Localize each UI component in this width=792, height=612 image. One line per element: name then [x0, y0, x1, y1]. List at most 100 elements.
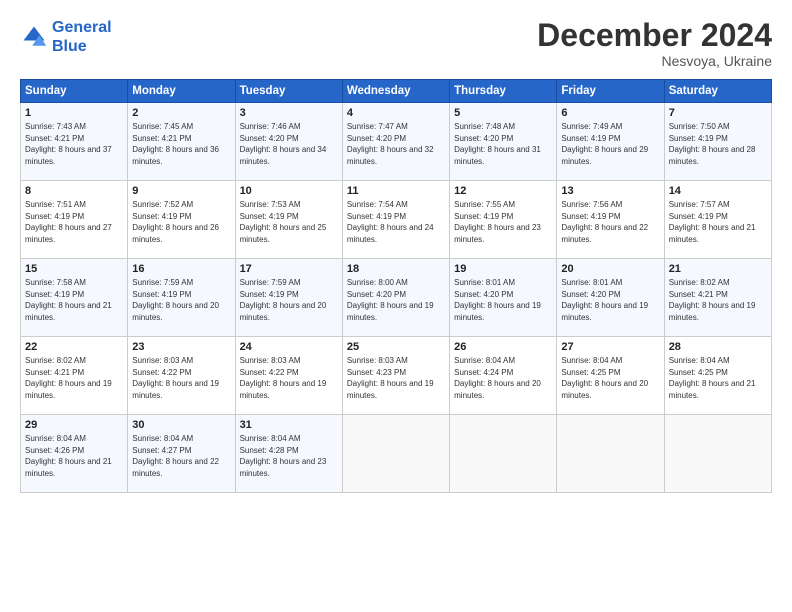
day-cell: 13 Sunrise: 7:56 AMSunset: 4:19 PMDayligh…	[557, 181, 664, 259]
header-cell-sunday: Sunday	[21, 80, 128, 103]
day-info: Sunrise: 8:04 AMSunset: 4:26 PMDaylight:…	[25, 433, 123, 479]
day-cell: 6 Sunrise: 7:49 AMSunset: 4:19 PMDaylight…	[557, 103, 664, 181]
header-cell-friday: Friday	[557, 80, 664, 103]
day-cell: 2 Sunrise: 7:45 AMSunset: 4:21 PMDaylight…	[128, 103, 235, 181]
day-info: Sunrise: 8:04 AMSunset: 4:25 PMDaylight:…	[669, 355, 767, 401]
month-title: December 2024	[537, 18, 772, 53]
day-info: Sunrise: 7:55 AMSunset: 4:19 PMDaylight:…	[454, 199, 552, 245]
day-cell: 16 Sunrise: 7:59 AMSunset: 4:19 PMDayligh…	[128, 259, 235, 337]
day-number: 9	[132, 185, 230, 197]
day-number: 8	[25, 185, 123, 197]
day-number: 14	[669, 185, 767, 197]
day-number: 5	[454, 107, 552, 119]
day-info: Sunrise: 8:04 AMSunset: 4:24 PMDaylight:…	[454, 355, 552, 401]
day-cell: 5 Sunrise: 7:48 AMSunset: 4:20 PMDaylight…	[450, 103, 557, 181]
day-info: Sunrise: 7:59 AMSunset: 4:19 PMDaylight:…	[132, 277, 230, 323]
day-number: 18	[347, 263, 445, 275]
day-cell: 8Sunrise: 7:51 AMSunset: 4:19 PMDaylight…	[21, 181, 128, 259]
header-cell-monday: Monday	[128, 80, 235, 103]
day-cell: 17 Sunrise: 7:59 AMSunset: 4:19 PMDayligh…	[235, 259, 342, 337]
week-row-5: 29Sunrise: 8:04 AMSunset: 4:26 PMDayligh…	[21, 415, 772, 493]
day-info: Sunrise: 8:03 AMSunset: 4:23 PMDaylight:…	[347, 355, 445, 401]
day-info: Sunrise: 8:02 AMSunset: 4:21 PMDaylight:…	[669, 277, 767, 323]
logo: General Blue	[20, 18, 112, 56]
day-cell: 3Sunrise: 7:46 AMSunset: 4:20 PMDaylight…	[235, 103, 342, 181]
day-info: Sunrise: 7:58 AMSunset: 4:19 PMDaylight:…	[25, 277, 123, 323]
day-cell: 10 Sunrise: 7:53 AMSunset: 4:19 PMDayligh…	[235, 181, 342, 259]
day-number: 22	[25, 341, 123, 353]
day-cell: 20Sunrise: 8:01 AMSunset: 4:20 PMDayligh…	[557, 259, 664, 337]
day-cell: 30 Sunrise: 8:04 AMSunset: 4:27 PMDayligh…	[128, 415, 235, 493]
day-cell: 11 Sunrise: 7:54 AMSunset: 4:19 PMDayligh…	[342, 181, 449, 259]
day-cell	[557, 415, 664, 493]
day-cell: 12 Sunrise: 7:55 AMSunset: 4:19 PMDayligh…	[450, 181, 557, 259]
day-number: 23	[132, 341, 230, 353]
day-number: 17	[240, 263, 338, 275]
day-info: Sunrise: 7:52 AMSunset: 4:19 PMDaylight:…	[132, 199, 230, 245]
day-info: Sunrise: 7:45 AMSunset: 4:21 PMDaylight:…	[132, 121, 230, 167]
day-info: Sunrise: 7:48 AMSunset: 4:20 PMDaylight:…	[454, 121, 552, 167]
calendar-table: SundayMondayTuesdayWednesdayThursdayFrid…	[20, 79, 772, 493]
header-cell-saturday: Saturday	[664, 80, 771, 103]
day-info: Sunrise: 8:02 AMSunset: 4:21 PMDaylight:…	[25, 355, 123, 401]
day-number: 26	[454, 341, 552, 353]
day-info: Sunrise: 8:03 AMSunset: 4:22 PMDaylight:…	[240, 355, 338, 401]
week-row-1: 1 Sunrise: 7:43 AMSunset: 4:21 PMDaylight…	[21, 103, 772, 181]
day-number: 10	[240, 185, 338, 197]
day-number: 20	[561, 263, 659, 275]
day-info: Sunrise: 8:04 AMSunset: 4:28 PMDaylight:…	[240, 433, 338, 479]
day-number: 21	[669, 263, 767, 275]
day-number: 13	[561, 185, 659, 197]
day-number: 31	[240, 419, 338, 431]
day-cell: 23 Sunrise: 8:03 AMSunset: 4:22 PMDayligh…	[128, 337, 235, 415]
day-info: Sunrise: 7:56 AMSunset: 4:19 PMDaylight:…	[561, 199, 659, 245]
day-number: 19	[454, 263, 552, 275]
day-info: Sunrise: 7:59 AMSunset: 4:19 PMDaylight:…	[240, 277, 338, 323]
day-cell: 27 Sunrise: 8:04 AMSunset: 4:25 PMDayligh…	[557, 337, 664, 415]
day-cell: 9 Sunrise: 7:52 AMSunset: 4:19 PMDaylight…	[128, 181, 235, 259]
day-cell: 21 Sunrise: 8:02 AMSunset: 4:21 PMDayligh…	[664, 259, 771, 337]
header-cell-tuesday: Tuesday	[235, 80, 342, 103]
day-number: 12	[454, 185, 552, 197]
week-row-4: 22 Sunrise: 8:02 AMSunset: 4:21 PMDayligh…	[21, 337, 772, 415]
logo-text: General Blue	[52, 18, 112, 56]
day-info: Sunrise: 8:04 AMSunset: 4:27 PMDaylight:…	[132, 433, 230, 479]
day-number: 6	[561, 107, 659, 119]
day-number: 1	[25, 107, 123, 119]
day-cell: 1 Sunrise: 7:43 AMSunset: 4:21 PMDaylight…	[21, 103, 128, 181]
day-info: Sunrise: 7:50 AMSunset: 4:19 PMDaylight:…	[669, 121, 767, 167]
header: General Blue December 2024 Nesvoya, Ukra…	[20, 18, 772, 69]
day-cell: 29Sunrise: 8:04 AMSunset: 4:26 PMDayligh…	[21, 415, 128, 493]
week-row-3: 15 Sunrise: 7:58 AMSunset: 4:19 PMDayligh…	[21, 259, 772, 337]
day-cell: 7 Sunrise: 7:50 AMSunset: 4:19 PMDaylight…	[664, 103, 771, 181]
day-number: 2	[132, 107, 230, 119]
day-info: Sunrise: 7:43 AMSunset: 4:21 PMDaylight:…	[25, 121, 123, 167]
day-number: 30	[132, 419, 230, 431]
day-number: 27	[561, 341, 659, 353]
day-info: Sunrise: 8:04 AMSunset: 4:25 PMDaylight:…	[561, 355, 659, 401]
calendar-body: 1 Sunrise: 7:43 AMSunset: 4:21 PMDaylight…	[21, 103, 772, 493]
day-number: 24	[240, 341, 338, 353]
day-number: 28	[669, 341, 767, 353]
day-info: Sunrise: 7:57 AMSunset: 4:19 PMDaylight:…	[669, 199, 767, 245]
day-info: Sunrise: 7:49 AMSunset: 4:19 PMDaylight:…	[561, 121, 659, 167]
day-info: Sunrise: 8:03 AMSunset: 4:22 PMDaylight:…	[132, 355, 230, 401]
day-cell: 15 Sunrise: 7:58 AMSunset: 4:19 PMDayligh…	[21, 259, 128, 337]
day-info: Sunrise: 7:53 AMSunset: 4:19 PMDaylight:…	[240, 199, 338, 245]
day-cell	[664, 415, 771, 493]
week-row-2: 8Sunrise: 7:51 AMSunset: 4:19 PMDaylight…	[21, 181, 772, 259]
day-number: 11	[347, 185, 445, 197]
day-number: 15	[25, 263, 123, 275]
day-cell	[342, 415, 449, 493]
day-cell: 28 Sunrise: 8:04 AMSunset: 4:25 PMDayligh…	[664, 337, 771, 415]
day-number: 25	[347, 341, 445, 353]
day-cell: 26 Sunrise: 8:04 AMSunset: 4:24 PMDayligh…	[450, 337, 557, 415]
day-info: Sunrise: 7:47 AMSunset: 4:20 PMDaylight:…	[347, 121, 445, 167]
day-number: 7	[669, 107, 767, 119]
day-cell: 19Sunrise: 8:01 AMSunset: 4:20 PMDayligh…	[450, 259, 557, 337]
day-info: Sunrise: 7:54 AMSunset: 4:19 PMDaylight:…	[347, 199, 445, 245]
day-cell: 25 Sunrise: 8:03 AMSunset: 4:23 PMDayligh…	[342, 337, 449, 415]
day-info: Sunrise: 8:00 AMSunset: 4:20 PMDaylight:…	[347, 277, 445, 323]
calendar-header-row: SundayMondayTuesdayWednesdayThursdayFrid…	[21, 80, 772, 103]
day-number: 16	[132, 263, 230, 275]
